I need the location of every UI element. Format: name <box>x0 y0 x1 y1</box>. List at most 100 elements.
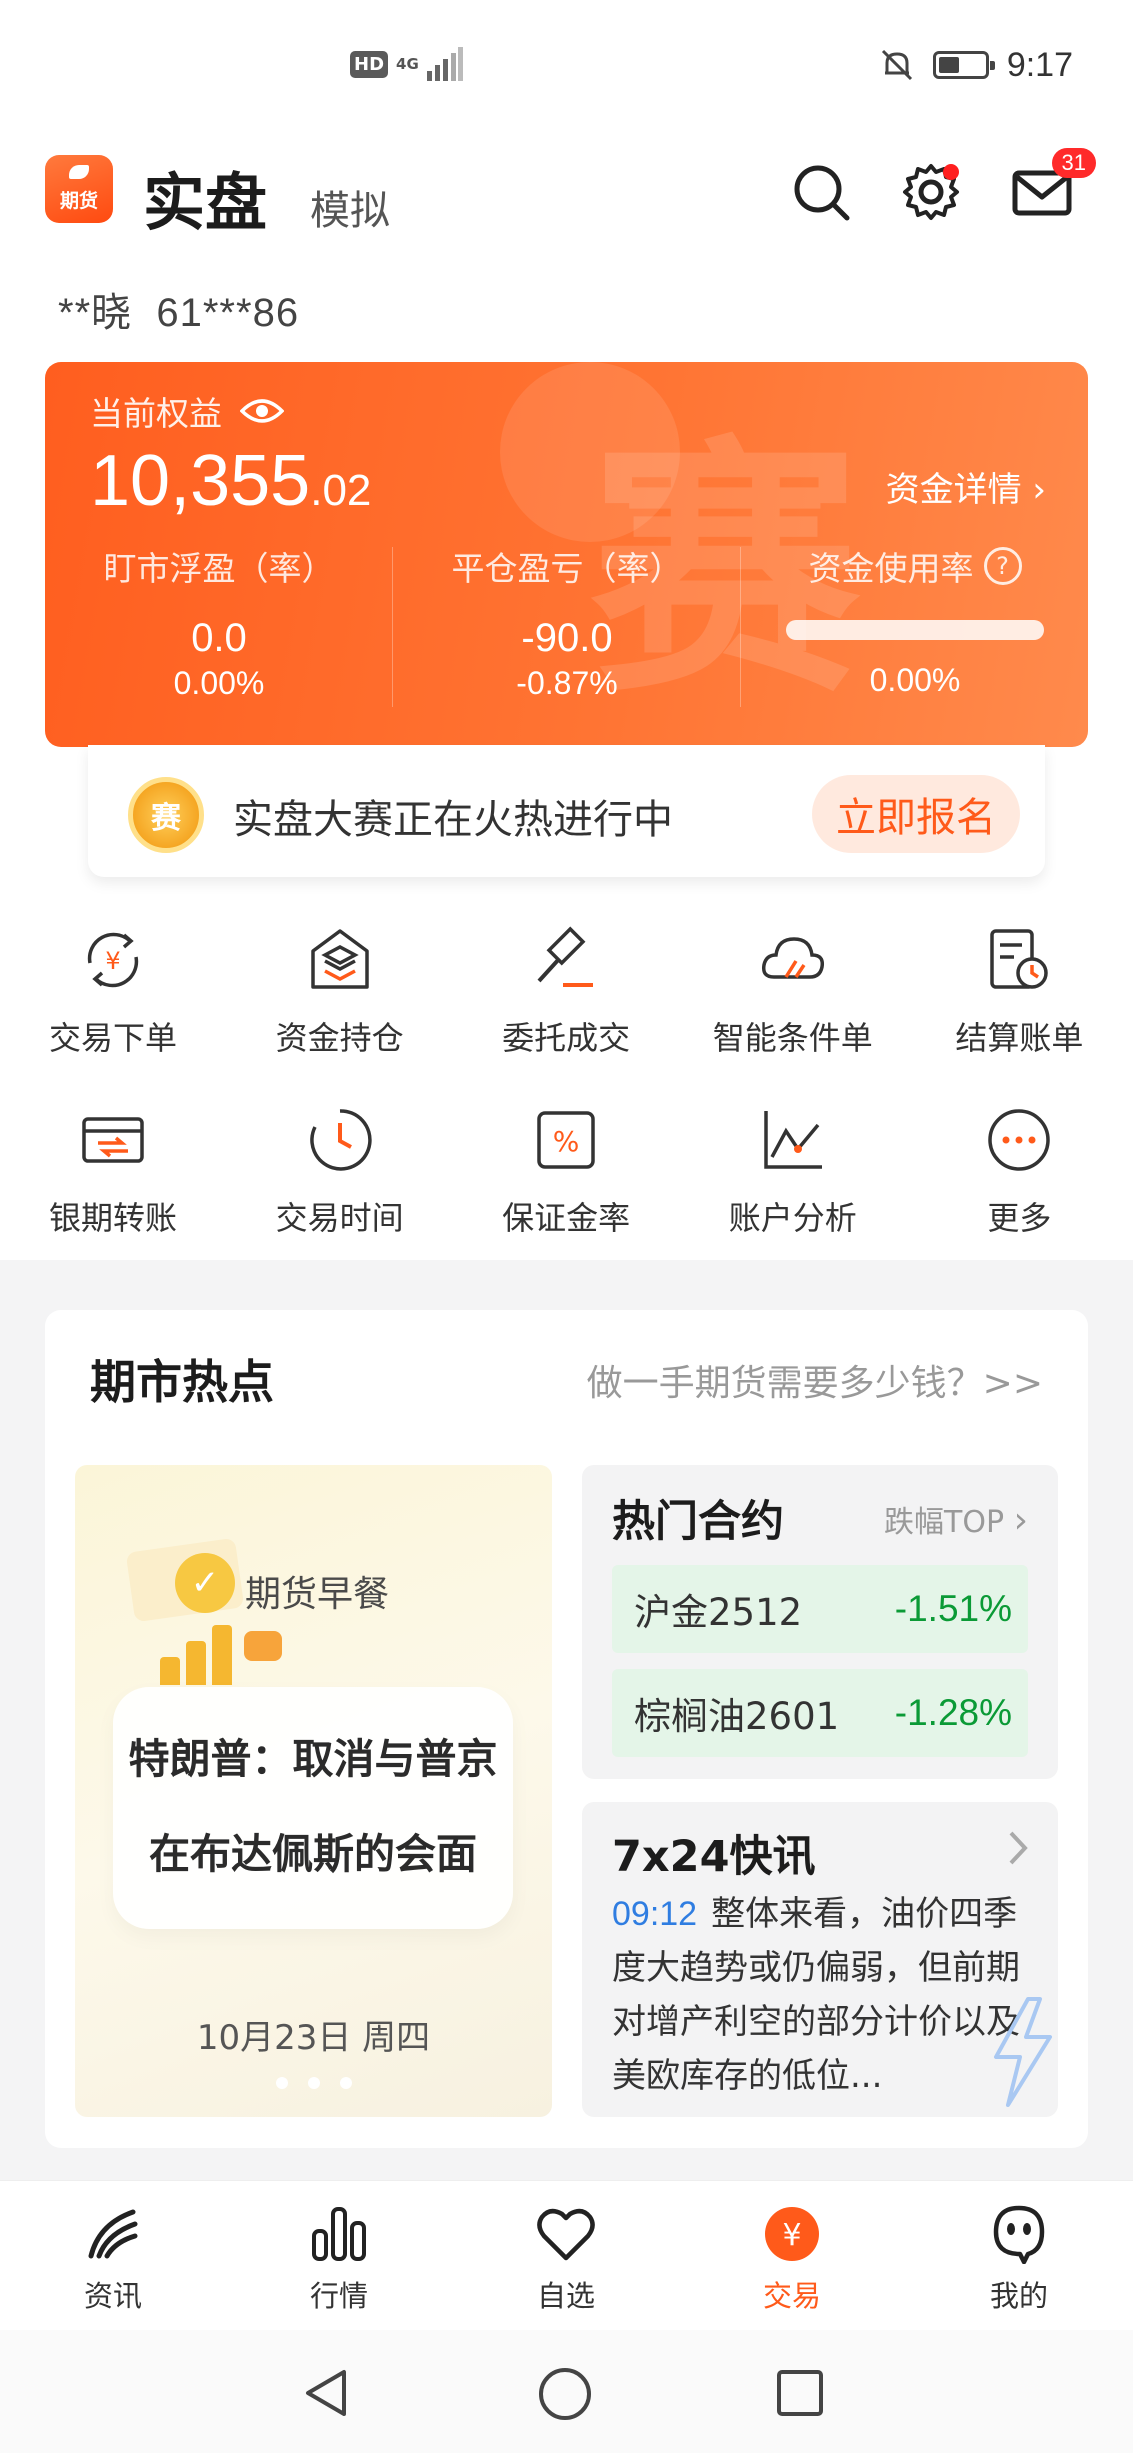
closed-pnl: 平仓盈亏（率） -90.0 -0.87% <box>451 549 683 701</box>
exchange-yen-icon: ¥ <box>87 932 139 988</box>
nav-watchlist[interactable]: 自选 <box>453 2203 679 2315</box>
stack-house-icon <box>310 929 369 989</box>
chevron-right-icon: › <box>1013 1500 1028 1541</box>
search-icon <box>794 165 850 221</box>
breakfast-date: 10月23日 周四 <box>196 2018 431 2058</box>
contest-text: 实盘大赛正在火热进行中 <box>233 797 673 843</box>
equity-card: 赛 当前权益 10,355.02 资金详情 › 盯市浮盈（率） 0.0 0.00… <box>45 362 1088 747</box>
equity-value: 10,355.02 <box>90 441 372 521</box>
tab-simulated[interactable]: 模拟 <box>310 178 390 236</box>
nav-mine[interactable]: 我的 <box>906 2203 1132 2315</box>
headline-line-2: 在布达佩斯的会面 <box>149 1830 477 1878</box>
grid-item-smart-conditional-order[interactable]: 智能条件单 <box>680 925 906 1065</box>
grid-item-settlement-statement[interactable]: 结算账单 <box>906 925 1132 1065</box>
nav-market[interactable]: 行情 <box>226 2203 452 2315</box>
svg-text:¥: ¥ <box>782 2218 801 2253</box>
contract-row[interactable]: 沪金2512 -1.51% <box>612 1565 1028 1653</box>
contest-banner[interactable]: 赛 实盘大赛正在火热进行中 立即报名 <box>88 745 1045 877</box>
flash-time: 09:12 <box>612 1895 698 1933</box>
usage-progress-bar <box>786 620 1044 640</box>
help-icon[interactable]: ? <box>983 547 1022 585</box>
heart-icon <box>537 2208 595 2261</box>
home-icon[interactable] <box>537 2366 593 2422</box>
clock-icon <box>309 1109 372 1171</box>
tab-real[interactable]: 实盘 <box>143 152 267 242</box>
eye-icon[interactable] <box>240 396 284 426</box>
grid-label: 交易下单 <box>48 1019 177 1057</box>
grid-icon-wrap <box>78 1105 148 1175</box>
grid-icon-wrap <box>984 925 1054 995</box>
contracts-title: 热门合约 <box>612 1497 784 1547</box>
bottom-nav: 资讯 行情 自选 ¥ 交易 我的 <box>0 2180 1133 2330</box>
grid-item-margin-rate[interactable]: % 保证金率 <box>453 1105 679 1245</box>
hd-icon: HD <box>350 50 389 78</box>
battery-icon <box>932 51 995 79</box>
network-type: 4G <box>396 55 419 73</box>
grid-icon-wrap <box>305 1105 375 1175</box>
grid-label: 资金持仓 <box>275 1019 404 1057</box>
svg-text:%: % <box>553 1125 580 1158</box>
nav-trade[interactable]: ¥ 交易 <box>679 2203 905 2315</box>
decline-top-link[interactable]: 跌幅TOP › <box>884 1497 1028 1541</box>
news-icon <box>88 2209 138 2259</box>
chevron-right-icon <box>1009 1831 1028 1865</box>
grid-icon-wrap <box>758 925 828 995</box>
headline-line-1: 特朗普：取消与普京 <box>128 1735 498 1783</box>
grid-item-account-analysis[interactable]: 账户分析 <box>680 1105 906 1245</box>
grid-icon-wrap <box>984 1105 1054 1175</box>
account-info: **晓 61***86 <box>58 280 299 338</box>
breakfast-banner[interactable]: ✓ 期货早餐 特朗普：取消与普京 在布达佩斯的会面 10月23日 周四 <box>75 1465 552 2117</box>
grid-icon-wrap <box>531 925 601 995</box>
statement-icon <box>990 929 1049 989</box>
grid-label: 更多 <box>987 1199 1052 1237</box>
chevron-right-icon: › <box>1032 470 1046 510</box>
bar-chart-icon <box>312 2207 366 2261</box>
gavel-icon <box>537 926 594 987</box>
grid-label: 保证金率 <box>502 1199 631 1237</box>
signal-icon <box>426 47 463 81</box>
grid-item-more[interactable]: 更多 <box>906 1105 1132 1245</box>
cost-link[interactable]: 做一手期货需要多少钱？>> <box>587 1354 1043 1406</box>
account-id: 61***86 <box>156 291 300 335</box>
bell-muted-icon <box>881 49 912 81</box>
grid-label: 智能条件单 <box>712 1019 873 1057</box>
breakfast-tag: 期货早餐 <box>245 1574 390 1615</box>
register-button[interactable]: 立即报名 <box>812 775 1020 853</box>
recents-icon[interactable] <box>775 2368 825 2418</box>
grid-icon-wrap <box>758 1105 828 1175</box>
fund-detail-link[interactable]: 资金详情 › <box>886 462 1046 511</box>
grid-item-place-order[interactable]: ¥ 交易下单 <box>0 925 226 1065</box>
more-icon <box>988 1109 1051 1171</box>
trade-yen-icon: ¥ <box>765 2207 819 2261</box>
grid-item-positions[interactable]: 资金持仓 <box>227 925 453 1065</box>
cloud-icon <box>761 937 824 979</box>
clock-time: 9:17 <box>1006 45 1073 84</box>
svg-text:¥: ¥ <box>105 947 120 975</box>
section-title: 期市热点 <box>90 1355 274 1409</box>
grid-item-orders-fills[interactable]: 委托成交 <box>453 925 679 1065</box>
line-chart-icon <box>764 1111 822 1169</box>
hot-section: 期市热点 做一手期货需要多少钱？>> ✓ 期货早餐 特朗普：取消与普京 在布达佩… <box>45 1310 1088 2148</box>
grid-icon-wrap: % <box>531 1105 601 1175</box>
search-button[interactable] <box>787 158 855 226</box>
back-icon[interactable] <box>300 2366 354 2420</box>
nav-news[interactable]: 资讯 <box>0 2203 226 2315</box>
grid-label: 委托成交 <box>502 1019 631 1057</box>
settings-button[interactable] <box>897 158 965 226</box>
status-bar: HD 4G 9:17 <box>0 0 1133 130</box>
grid-item-bank-transfer[interactable]: 银期转账 <box>0 1105 226 1245</box>
flash-title: 7x24快讯 <box>612 1832 816 1882</box>
status-right: 9:17 <box>879 40 1073 90</box>
percent-icon: % <box>537 1111 595 1169</box>
flash-news[interactable]: 7x24快讯 09:12 整体来看，油价四季度大趋势或仍偏弱，但前期对增产利空的部… <box>582 1802 1058 2117</box>
grid-item-trading-hours[interactable]: 交易时间 <box>227 1105 453 1245</box>
mail-button[interactable]: 31 <box>1008 148 1096 226</box>
equity-label: 当前权益 <box>90 394 222 433</box>
lightning-icon <box>994 1997 1052 2107</box>
headline-box: 特朗普：取消与普京 在布达佩斯的会面 <box>113 1687 513 1929</box>
hot-contracts: 热门合约 跌幅TOP › 沪金2512 -1.51% 棕榈油2601 -1.28… <box>582 1465 1058 1779</box>
check-icon: ✓ <box>175 1553 235 1613</box>
medal-icon: 赛 <box>128 777 204 853</box>
contract-row[interactable]: 棕榈油2601 -1.28% <box>612 1669 1028 1757</box>
settings-badge-dot <box>943 164 959 180</box>
